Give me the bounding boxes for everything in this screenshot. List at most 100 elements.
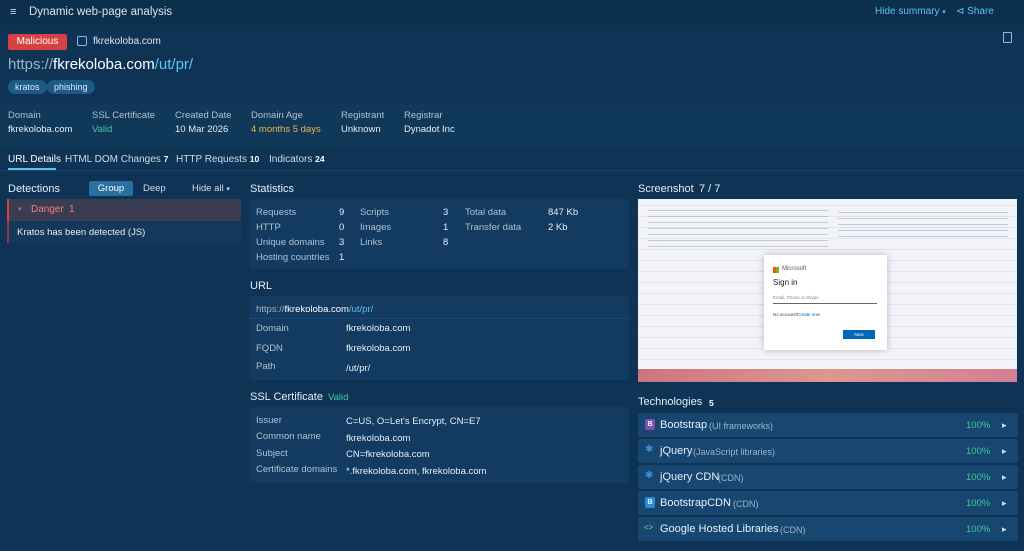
stat-value: 8: [443, 237, 449, 248]
url-divider: [249, 318, 629, 319]
analyzed-url[interactable]: https://fkrekoloba.com/ut/pr/: [8, 56, 193, 73]
stat-label: Unique domains: [256, 237, 325, 248]
stat-label: Images: [360, 222, 392, 233]
ssl-row-label: Issuer: [256, 415, 282, 426]
stat-value: 847 Kb: [548, 207, 579, 218]
url-full[interactable]: https://fkrekoloba.com/ut/pr/: [256, 304, 373, 315]
copy-icon[interactable]: [1003, 32, 1012, 43]
share-button[interactable]: ⊲ Share: [956, 6, 994, 17]
stat-value: 0: [339, 222, 345, 233]
ssl-row-value: *.fkrekoloba.com, fkrekoloba.com: [346, 466, 487, 477]
blurred-footer-band: [638, 369, 1017, 382]
technology-confidence: 100%: [966, 498, 991, 509]
stat-value: 1: [443, 222, 449, 233]
tag-kratos[interactable]: kratos: [8, 80, 47, 94]
info-registrar-label: Registrar: [404, 110, 443, 121]
danger-label: Danger: [31, 204, 64, 215]
tab-http-label: HTTP Requests: [176, 154, 247, 165]
info-created-label: Created Date: [175, 110, 232, 121]
info-created-value: 10 Mar 2026: [175, 124, 229, 135]
login-no-account: No account?: [773, 312, 799, 317]
list-icon[interactable]: ≡: [10, 6, 16, 18]
jquery-icon: ✱: [645, 444, 654, 455]
info-domain-value: fkrekoloba.com: [8, 124, 73, 135]
tab-indicators-count: 24: [315, 154, 325, 164]
screenshot-image[interactable]: Microsoft Sign in Email, Phone or Skype …: [638, 199, 1017, 382]
screenshot-title: Screenshot: [638, 183, 694, 195]
stat-value: 2 Kb: [548, 222, 568, 233]
info-registrant-value: Unknown: [341, 124, 381, 135]
stat-value: 1: [339, 252, 345, 263]
hide-summary-label: Hide summary: [875, 6, 940, 17]
tag-phishing[interactable]: phishing: [47, 80, 95, 94]
caret-down-icon: ▾: [942, 9, 946, 16]
tab-http-count: 10: [249, 154, 260, 164]
info-ssl-value: Valid: [92, 124, 113, 135]
ssl-row-value: C=US, O=Let's Encrypt, CN=E7: [346, 416, 481, 427]
ssl-row-value: fkrekoloba.com: [346, 433, 411, 444]
deep-toggle[interactable]: Deep: [143, 183, 166, 194]
technologies-count: 5: [709, 398, 714, 408]
stat-value: 3: [339, 237, 345, 248]
ssl-row-value: CN=fkrekoloba.com: [346, 449, 430, 460]
info-domain-label: Domain: [8, 110, 41, 121]
google-code-icon: <>: [644, 523, 654, 532]
technology-confidence: 100%: [966, 446, 991, 457]
microsoft-logo-icon: [773, 267, 779, 273]
stat-label: Hosting countries: [256, 252, 330, 263]
url-row-value: /ut/pr/: [346, 363, 371, 374]
ssl-status: Valid: [328, 392, 349, 403]
login-input-line: [773, 303, 877, 304]
technology-confidence: 100%: [966, 472, 991, 483]
url-domain: fkrekoloba.com: [53, 56, 155, 73]
blurred-text-block: [648, 207, 828, 247]
chevron-right-icon: ▸: [1002, 498, 1007, 508]
technology-name: jQuery: [660, 445, 693, 457]
chevron-right-icon: ▸: [1002, 420, 1007, 430]
url-full-domain: fkrekoloba.com: [284, 304, 349, 315]
stat-label: Total data: [465, 207, 507, 218]
site-favicon-icon: [77, 36, 87, 46]
technology-name: BootstrapCDN: [660, 497, 731, 509]
tabs-divider: [0, 170, 1024, 171]
url-row-label: FQDN: [256, 343, 283, 354]
phishing-login-modal: Microsoft Sign in Email, Phone or Skype …: [764, 255, 887, 350]
stat-value: 3: [443, 207, 449, 218]
tab-url-details[interactable]: URL Details: [8, 154, 61, 165]
hide-all-label: Hide all: [192, 183, 224, 194]
stat-label: Links: [360, 237, 383, 248]
technology-name: Bootstrap: [660, 419, 708, 431]
info-ssl-label: SSL Certificate: [92, 110, 156, 121]
url-row-label: Domain: [256, 323, 289, 334]
url-full-path: /ut/pr/: [348, 304, 374, 315]
url-row-label: Path: [256, 361, 276, 372]
chevron-right-icon: ▸: [1002, 446, 1007, 456]
login-heading: Sign in: [773, 278, 798, 287]
tab-indicators[interactable]: Indicators 24: [269, 154, 325, 165]
ssl-section-title: SSL Certificate: [250, 391, 323, 403]
tab-url-details-label: URL Details: [8, 154, 61, 165]
stat-label: Scripts: [360, 207, 390, 218]
group-toggle[interactable]: Group: [89, 181, 133, 196]
url-scheme: https://: [8, 56, 54, 73]
hide-summary-button[interactable]: Hide summary ▾: [875, 6, 946, 17]
detections-title: Detections: [8, 183, 60, 195]
caret-down-icon: ▾: [226, 186, 230, 193]
info-age-value: 4 months 5 days: [251, 124, 321, 135]
login-email-placeholder: Email, Phone or Skype: [773, 295, 819, 300]
bootstrap-icon: B: [645, 419, 655, 430]
url-row-value: fkrekoloba.com: [346, 343, 411, 354]
tab-http-requests[interactable]: HTTP Requests 10: [176, 154, 259, 165]
info-registrar-value: Dynadot Inc: [404, 124, 455, 135]
info-age-label: Domain Age: [251, 110, 303, 121]
jquery-icon: ✱: [645, 470, 654, 481]
login-next-button: Next: [843, 330, 875, 339]
chevron-right-icon: ▸: [1002, 472, 1007, 482]
hide-all-dropdown[interactable]: Hide all ▾: [192, 183, 230, 194]
technology-category: (UI frameworks): [709, 421, 774, 431]
login-brand: Microsoft: [782, 266, 807, 272]
statistics-title: Statistics: [250, 183, 295, 195]
technology-confidence: 100%: [966, 524, 991, 535]
tab-html-dom-changes[interactable]: HTML DOM Changes 7: [65, 154, 168, 165]
info-registrant-label: Registrant: [341, 110, 385, 121]
